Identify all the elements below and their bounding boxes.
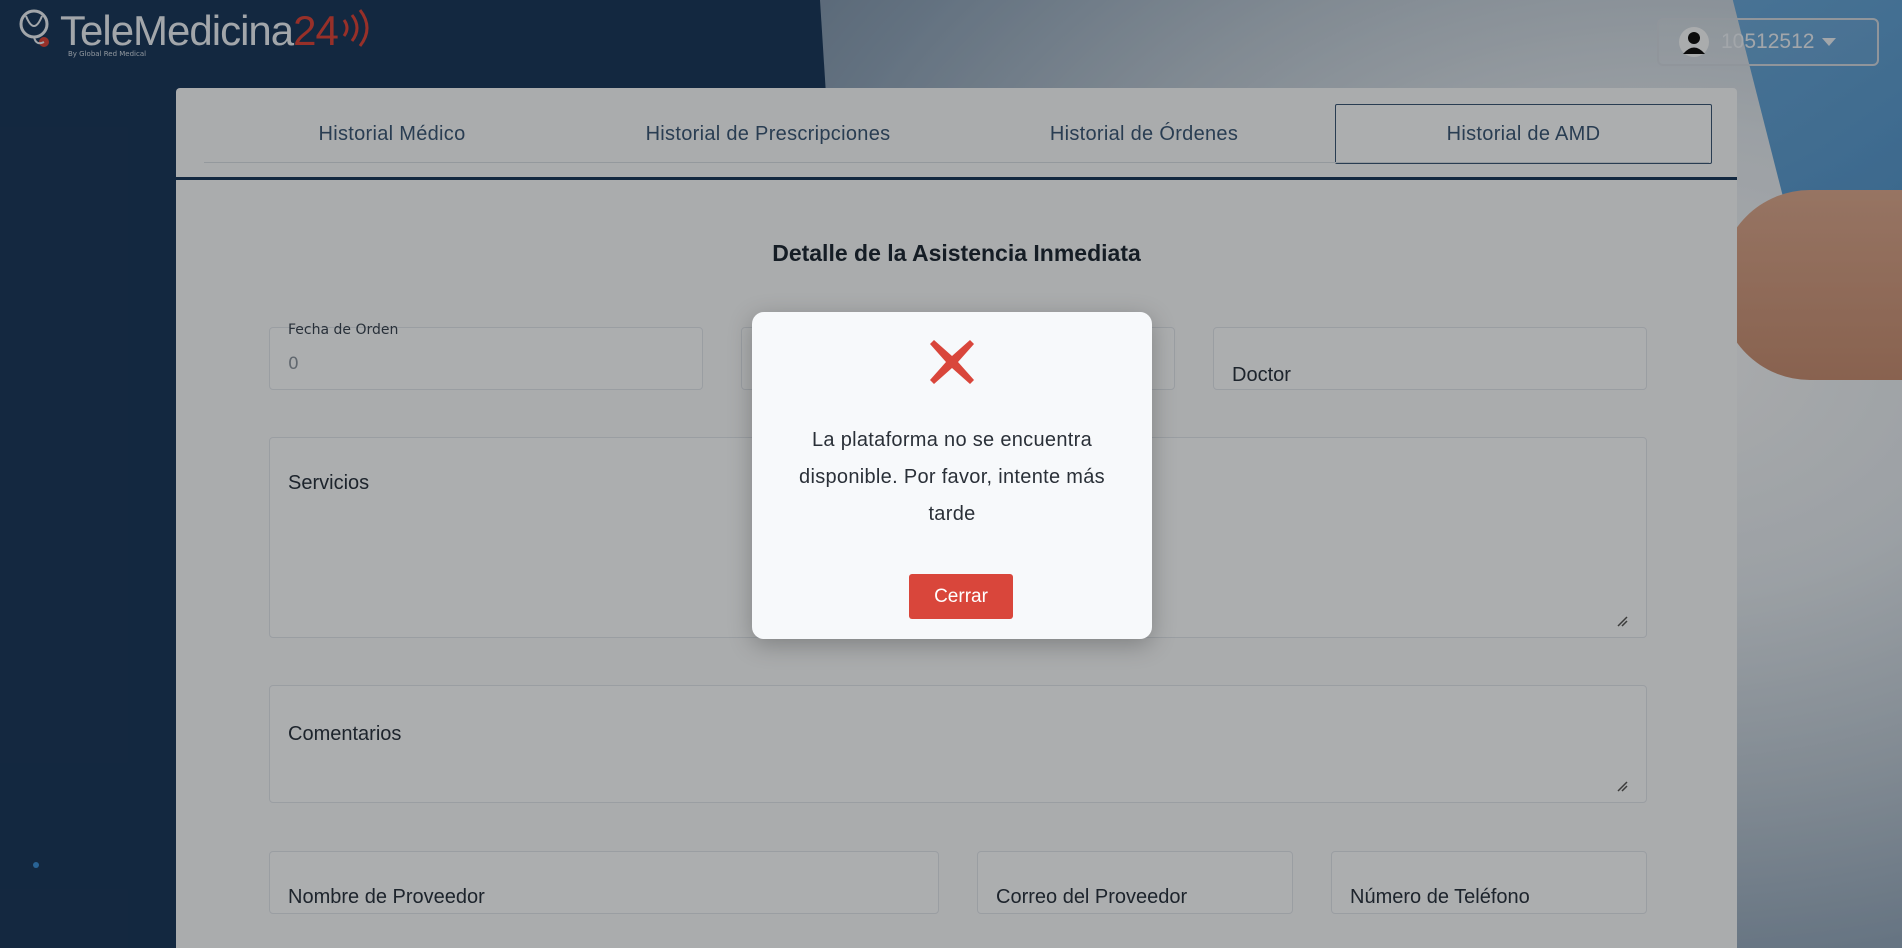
dialog-message: La plataforma no se encuentra disponible… — [799, 429, 1105, 525]
error-dialog: La plataforma no se encuentra disponible… — [752, 312, 1152, 639]
close-button[interactable]: Cerrar — [909, 574, 1013, 619]
x-mark-icon — [930, 340, 974, 384]
